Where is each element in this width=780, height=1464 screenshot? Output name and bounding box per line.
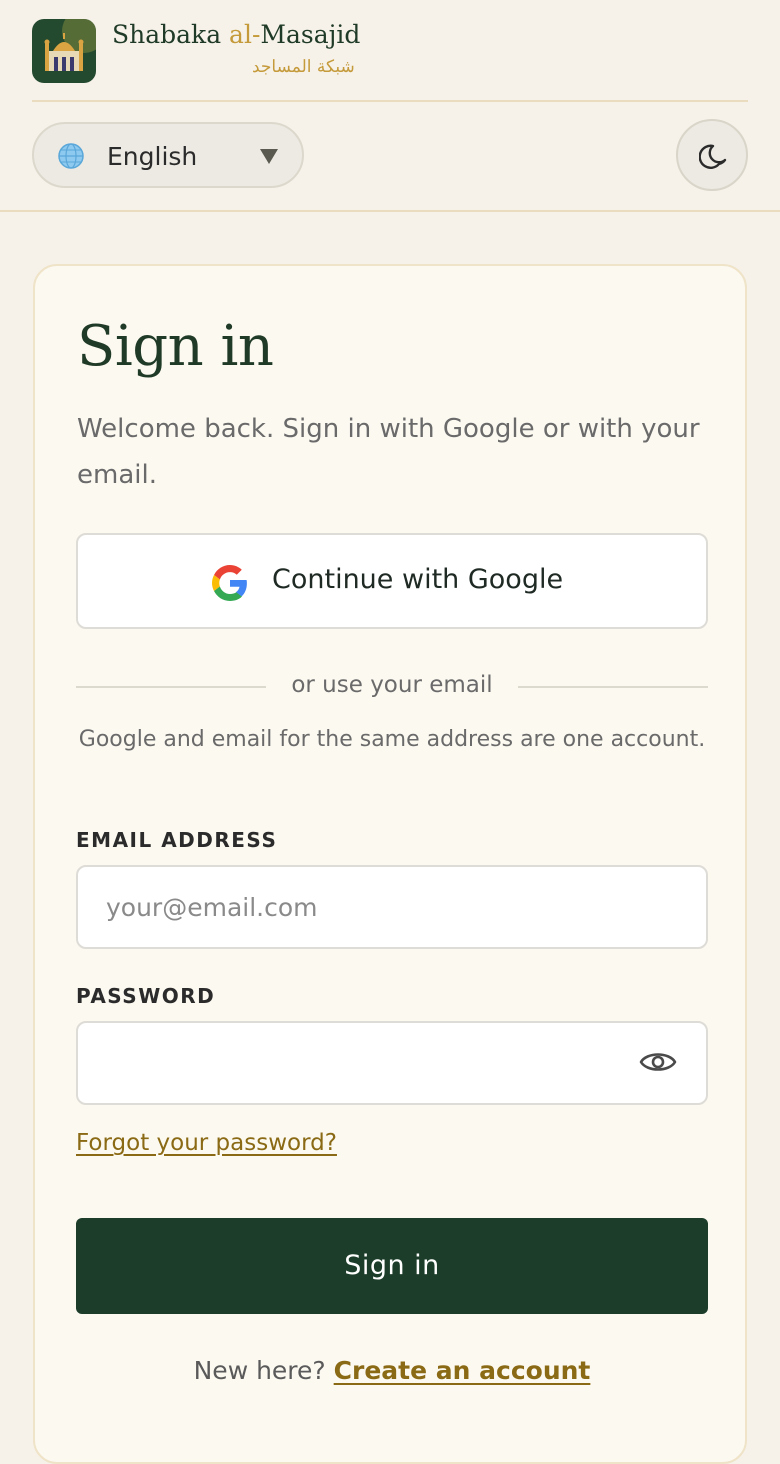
toolbar: English (0, 104, 780, 212)
brand-name-prefix: Shabaka (112, 20, 230, 49)
google-icon (212, 565, 247, 601)
brand-name-suffix: Masajid (260, 20, 361, 49)
create-account-link[interactable]: Create an account (334, 1356, 591, 1385)
or-divider: or use your email (76, 668, 708, 704)
mosque-icon (44, 33, 84, 71)
footer-prompt-text: New here? (193, 1356, 326, 1385)
divider-line-right (518, 686, 708, 688)
language-select[interactable]: English (32, 122, 304, 188)
forgot-password-link[interactable]: Forgot your password? (76, 1130, 337, 1156)
divider-text: or use your email (291, 672, 493, 698)
page-title: Sign in (77, 314, 274, 379)
globe-icon (58, 143, 84, 169)
moon-icon (699, 144, 727, 169)
app-logo[interactable] (32, 19, 96, 83)
brand-name-accent: al- (229, 20, 261, 49)
google-signin-label: Continue with Google (272, 564, 564, 595)
app-header: Shabaka al-Masajid شبكة المساجد (32, 0, 748, 102)
chevron-down-icon (260, 149, 278, 164)
brand-name: Shabaka al-Masajid (112, 20, 360, 49)
theme-toggle-button[interactable] (676, 119, 748, 191)
google-signin-button[interactable]: Continue with Google (76, 533, 708, 629)
account-note: Google and email for the same address ar… (78, 727, 706, 752)
brand-name-arabic: شبكة المساجد (252, 57, 355, 77)
password-field[interactable] (76, 1021, 708, 1105)
signin-card: Sign in Welcome back. Sign in with Googl… (33, 264, 747, 1464)
show-password-icon[interactable] (639, 1048, 677, 1076)
email-field[interactable] (76, 865, 708, 949)
signup-prompt: New here? Create an account (76, 1356, 708, 1385)
page-subtitle: Welcome back. Sign in with Google or wit… (77, 414, 700, 490)
language-select-value: English (107, 142, 198, 171)
password-label: PASSWORD (76, 984, 216, 1008)
email-label: EMAIL ADDRESS (76, 828, 278, 852)
signin-submit-button[interactable]: Sign in (76, 1218, 708, 1314)
